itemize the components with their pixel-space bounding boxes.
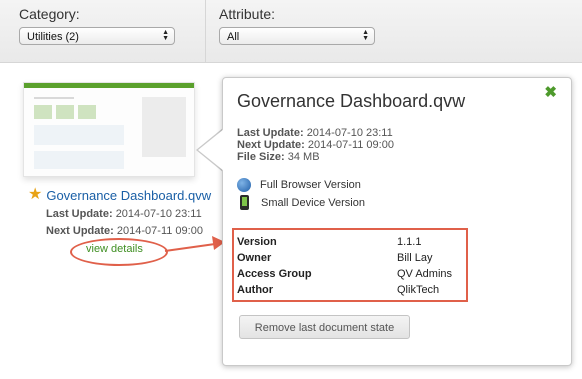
popup-last-update-label: Last Update:: [237, 127, 304, 139]
popup-file-size-label: File Size:: [237, 151, 285, 163]
popup-next-update-value: 2014-07-11 09:00: [307, 139, 394, 151]
remove-document-state-button[interactable]: Remove last document state: [239, 315, 410, 339]
info-value: 1.1.1: [397, 236, 422, 248]
close-icon[interactable]: ✖: [544, 83, 557, 101]
small-device-version-label: Small Device Version: [261, 196, 365, 209]
full-browser-version-link[interactable]: Full Browser Version: [237, 178, 361, 192]
info-value: Bill Lay: [397, 252, 433, 264]
phone-icon: [240, 195, 249, 210]
popup-next-update-label: Next Update:: [237, 139, 305, 151]
info-key: Version: [237, 236, 277, 248]
document-details-popup: ✖ Governance Dashboard.qvw Last Update: …: [222, 77, 572, 366]
small-device-version-link[interactable]: Small Device Version: [237, 195, 365, 210]
popup-last-update: Last Update: 2014-07-10 23:11: [237, 127, 393, 139]
info-value: QV Admins: [397, 268, 453, 280]
globe-icon: [237, 178, 251, 192]
popup-pointer-inner: [198, 129, 224, 171]
popup-next-update: Next Update: 2014-07-11 09:00: [237, 139, 394, 151]
full-browser-version-label: Full Browser Version: [260, 179, 361, 191]
info-row-version: Version 1.1.1: [237, 236, 421, 248]
info-row-owner: Owner Bill Lay: [237, 252, 432, 264]
annotation-arrow-line: [164, 243, 216, 252]
info-key: Author: [237, 284, 274, 296]
info-key: Access Group: [237, 268, 312, 280]
popup-file-size: File Size: 34 MB: [237, 151, 320, 163]
info-row-author: Author QlikTech: [237, 284, 439, 296]
popup-title: Governance Dashboard.qvw: [237, 91, 466, 111]
popup-file-size-value: 34 MB: [287, 151, 320, 163]
info-key: Owner: [237, 252, 272, 264]
popup-last-update-value: 2014-07-10 23:11: [306, 127, 393, 139]
info-row-access-group: Access Group QV Admins: [237, 268, 452, 280]
info-value: QlikTech: [397, 284, 440, 296]
